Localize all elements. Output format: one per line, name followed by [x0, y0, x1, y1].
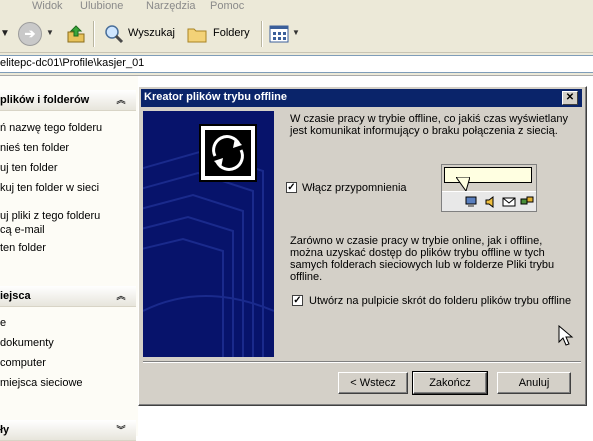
- task-pane: plików i folderów ︽ ń nazwę tego folderu…: [0, 76, 138, 441]
- task-delete-folder[interactable]: ten folder: [0, 242, 46, 254]
- task-copy-folder[interactable]: uj ten folder: [0, 162, 57, 174]
- expand-chevron-icon[interactable]: ︾: [114, 423, 128, 437]
- menu-ulubione[interactable]: Ulubione: [80, 0, 123, 12]
- collapse-chevron-icon[interactable]: ︽: [114, 93, 128, 107]
- search-button[interactable]: Wyszukaj: [102, 22, 180, 46]
- network-icon: [520, 196, 534, 205]
- views-grid-icon: [269, 25, 289, 43]
- bubble-pointer-icon: [456, 177, 470, 191]
- reminder-label[interactable]: Włącz przypomnienia: [302, 182, 407, 194]
- other-places-title: iejsca: [0, 290, 31, 302]
- address-bar: elitepc-dc01\Profile\kasjer_01: [0, 53, 593, 76]
- offline-files-wizard-dialog: Kreator plików trybu offline ✕ W czasie …: [138, 86, 587, 406]
- forward-dropdown-icon[interactable]: ▼: [46, 28, 54, 37]
- mouse-pointer-icon: [558, 325, 574, 346]
- menu-pomoc[interactable]: Pomoc: [210, 0, 244, 12]
- forward-arrow-icon[interactable]: ➔: [18, 22, 42, 46]
- folder-icon: [187, 28, 207, 43]
- speaker-icon: [485, 196, 494, 208]
- file-folder-tasks-header[interactable]: plików i folderów ︽: [0, 90, 136, 111]
- details-header[interactable]: ły ︾: [0, 420, 136, 441]
- other-places-header[interactable]: iejsca ︽: [0, 286, 136, 307]
- toolbar-separator: [93, 21, 95, 47]
- folder-up-icon[interactable]: [66, 24, 86, 44]
- cancel-button[interactable]: Anuluj: [497, 372, 571, 394]
- back-button[interactable]: < Wstecz: [338, 372, 408, 394]
- details-title: ły: [0, 424, 10, 436]
- back-dropdown-icon[interactable]: ▼: [0, 24, 12, 44]
- desktop-shortcut-label[interactable]: Utwórz na pulpicie skrót do folderu plik…: [309, 295, 571, 307]
- offline-computer-icon: [465, 196, 477, 207]
- folders-label: Foldery: [213, 27, 250, 39]
- intro-text: W czasie pracy w trybie offline, co jaki…: [290, 113, 568, 137]
- search-label: Wyszukaj: [128, 27, 175, 39]
- dialog-title: Kreator plików trybu offline: [144, 91, 288, 103]
- menu-bar: Widok Ulubione Narzędzia Pomoc: [0, 0, 593, 17]
- close-icon[interactable]: ✕: [562, 91, 578, 105]
- dialog-titlebar[interactable]: Kreator plików trybu offline ✕: [141, 89, 582, 107]
- task-publish-folder[interactable]: kuj ten folder w sieci: [0, 182, 99, 194]
- system-tray: [442, 191, 536, 211]
- button-separator: [143, 361, 581, 363]
- place-item-1[interactable]: e: [0, 317, 6, 329]
- wizard-side-panel: [143, 111, 274, 357]
- mail-icon: [502, 197, 516, 207]
- task-email-files[interactable]: uj pliki z tego folderu: [0, 210, 100, 222]
- finish-button[interactable]: Zakończ: [412, 371, 488, 395]
- task-rename-folder[interactable]: ń nazwę tego folderu: [0, 122, 102, 134]
- task-move-folder[interactable]: nieś ten folder: [0, 142, 69, 154]
- place-network-places[interactable]: miejsca sieciowe: [0, 377, 83, 389]
- views-dropdown-icon: ▼: [292, 28, 300, 37]
- views-button[interactable]: ▼: [268, 22, 302, 46]
- sync-icon: [199, 124, 257, 182]
- task-email-files-line2[interactable]: cą e-mail: [0, 224, 45, 236]
- menu-widok[interactable]: Widok: [32, 0, 63, 12]
- menu-narzedzia[interactable]: Narzędzia: [146, 0, 196, 12]
- notification-preview: [441, 164, 537, 212]
- toolbar: ▼ ➔ ▼ Wyszukaj Foldery ▼: [0, 16, 593, 53]
- offline-access-text: Zarówno w czasie pracy w trybie online, …: [290, 235, 555, 283]
- desktop-shortcut-checkbox[interactable]: ✓: [292, 295, 303, 306]
- address-field[interactable]: elitepc-dc01\Profile\kasjer_01: [0, 55, 593, 73]
- address-path: elitepc-dc01\Profile\kasjer_01: [0, 57, 145, 69]
- collapse-chevron-icon[interactable]: ︽: [114, 289, 128, 303]
- reminder-checkbox[interactable]: ✓: [286, 182, 297, 193]
- place-my-computer[interactable]: computer: [0, 357, 46, 369]
- place-my-documents[interactable]: dokumenty: [0, 337, 54, 349]
- file-folder-tasks-title: plików i folderów: [0, 94, 90, 106]
- folders-button[interactable]: Foldery: [185, 22, 255, 46]
- toolbar-separator: [261, 21, 263, 47]
- search-icon: [105, 25, 124, 44]
